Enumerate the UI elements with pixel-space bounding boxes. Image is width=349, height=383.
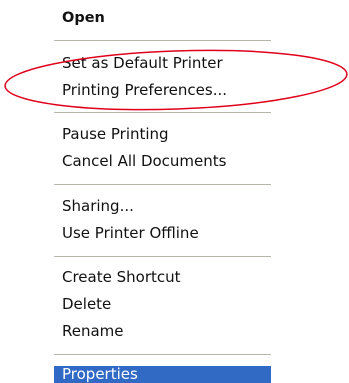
menu-item-pause-printing[interactable]: Pause Printing (62, 124, 169, 144)
menu-item-set-default-printer[interactable]: Set as Default Printer (62, 53, 223, 73)
menu-item-properties[interactable]: Properties (62, 364, 138, 383)
menu-item-rename[interactable]: Rename (62, 321, 124, 341)
menu-item-create-shortcut[interactable]: Create Shortcut (62, 267, 181, 287)
menu-separator (54, 256, 271, 257)
menu-separator (54, 184, 271, 185)
menu-separator (54, 354, 271, 355)
menu-item-printing-preferences[interactable]: Printing Preferences... (62, 80, 227, 100)
menu-item-use-printer-offline[interactable]: Use Printer Offline (62, 223, 199, 243)
menu-separator (54, 40, 271, 41)
printer-context-menu: Open Set as Default Printer Printing Pre… (0, 0, 349, 383)
menu-item-open[interactable]: Open (62, 8, 105, 28)
menu-item-delete[interactable]: Delete (62, 294, 111, 314)
menu-item-cancel-all-documents[interactable]: Cancel All Documents (62, 151, 226, 171)
menu-item-sharing[interactable]: Sharing... (62, 196, 134, 216)
menu-separator (54, 112, 271, 113)
